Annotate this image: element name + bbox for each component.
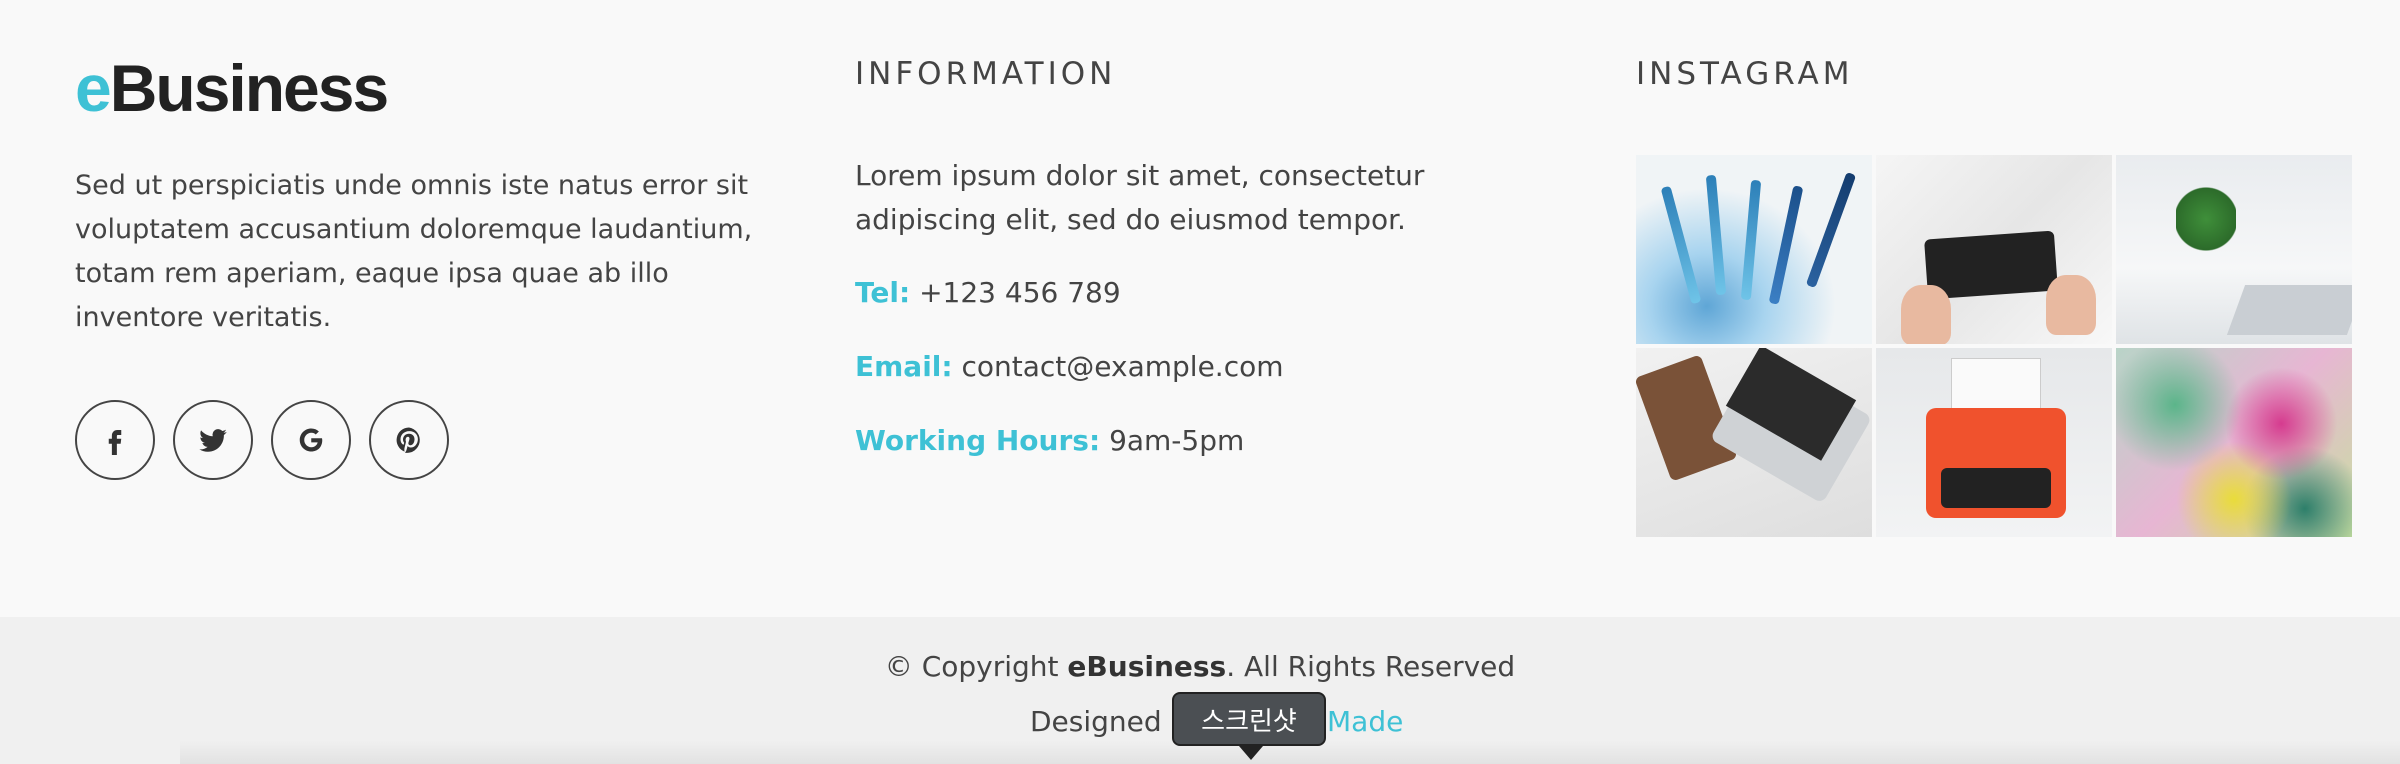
instagram-photo-typewriter[interactable]	[1876, 348, 2112, 537]
twitter-icon	[199, 429, 227, 452]
screenshot-tooltip: 스크린샷	[1172, 692, 1326, 760]
credits-prefix: Designed b	[1030, 705, 1189, 738]
facebook-icon	[108, 430, 122, 455]
facebook-button[interactable]	[75, 400, 155, 480]
credits-link[interactable]: Made	[1327, 705, 1403, 738]
tel-label: Tel:	[855, 276, 911, 309]
pinterest-button[interactable]	[369, 400, 449, 480]
copyright-brand: eBusiness	[1067, 650, 1227, 683]
tel-value: +123 456 789	[919, 276, 1121, 309]
brand-logo[interactable]: eBusiness	[75, 48, 389, 128]
twitter-button[interactable]	[173, 400, 253, 480]
working-hours-value: 9am-5pm	[1109, 424, 1245, 457]
instagram-photo-pencils[interactable]	[1636, 155, 1872, 344]
email-line: Email: contact@example.com	[855, 347, 1284, 387]
information-heading: INFORMATION	[855, 56, 1117, 92]
instagram-photo-abstract-paint[interactable]	[2116, 348, 2352, 537]
working-hours-label: Working Hours:	[855, 424, 1101, 457]
instagram-photo-keyboard[interactable]	[1876, 155, 2112, 344]
instagram-photo-desk-plant[interactable]	[2116, 155, 2352, 344]
about-text: Sed ut perspiciatis unde omnis iste natu…	[75, 170, 753, 333]
email-value[interactable]: contact@example.com	[962, 350, 1284, 383]
instagram-heading: INSTAGRAM	[1636, 56, 1854, 92]
tel-line: Tel: +123 456 789	[855, 273, 1121, 313]
social-links	[75, 400, 449, 480]
copyright-text: © Copyright eBusiness. All Rights Reserv…	[884, 650, 1516, 683]
instagram-grid	[1636, 155, 2352, 537]
pinterest-icon	[396, 427, 420, 453]
information-text: Lorem ipsum dolor sit amet, consectetur …	[855, 159, 1425, 236]
instagram-photo-laptop[interactable]	[1636, 348, 1872, 537]
google-button[interactable]	[271, 400, 351, 480]
google-icon	[299, 428, 323, 452]
working-hours-line: Working Hours: 9am-5pm	[855, 421, 1244, 461]
email-label: Email:	[855, 350, 953, 383]
